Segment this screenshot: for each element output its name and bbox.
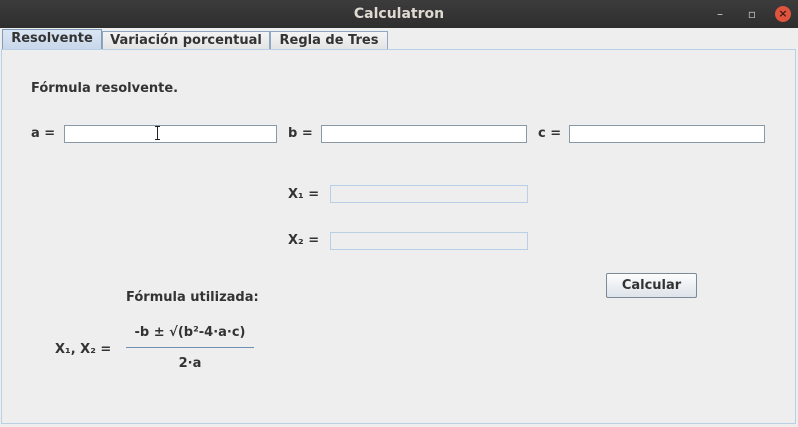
formula-heading: Fórmula utilizada: bbox=[126, 290, 259, 305]
b-label: b = bbox=[288, 126, 313, 141]
x1-output bbox=[330, 185, 528, 203]
tab-variacion-porcentual[interactable]: Variación porcentual bbox=[102, 31, 270, 49]
a-input[interactable] bbox=[64, 125, 277, 143]
formula-lhs: X₁, X₂ = bbox=[55, 342, 112, 357]
fraction-bar bbox=[126, 347, 254, 348]
window-title: Calculatron bbox=[353, 6, 445, 22]
x1-label: X₁ = bbox=[288, 187, 320, 202]
formula-denominator: 2·a bbox=[178, 356, 202, 371]
minimize-icon[interactable]: – bbox=[712, 6, 728, 22]
tab-resolvente[interactable]: Resolvente bbox=[2, 29, 102, 50]
close-icon[interactable]: × bbox=[775, 6, 791, 22]
a-label: a = bbox=[31, 126, 56, 141]
section-heading: Fórmula resolvente. bbox=[31, 81, 179, 96]
c-input[interactable] bbox=[569, 125, 765, 143]
x2-label: X₂ = bbox=[288, 233, 320, 248]
formula-numerator: -b ± √(b²-4·a·c) bbox=[134, 325, 246, 340]
calculate-button[interactable]: Calcular bbox=[606, 273, 697, 298]
tab-regla-de-tres[interactable]: Regla de Tres bbox=[270, 31, 388, 49]
title-bar: Calculatron – ▫ × bbox=[0, 0, 798, 28]
maximize-icon[interactable]: ▫ bbox=[744, 6, 760, 22]
text-cursor-icon bbox=[155, 126, 160, 140]
x2-output bbox=[330, 232, 528, 250]
b-input[interactable] bbox=[321, 125, 527, 143]
c-label: c = bbox=[538, 126, 562, 141]
